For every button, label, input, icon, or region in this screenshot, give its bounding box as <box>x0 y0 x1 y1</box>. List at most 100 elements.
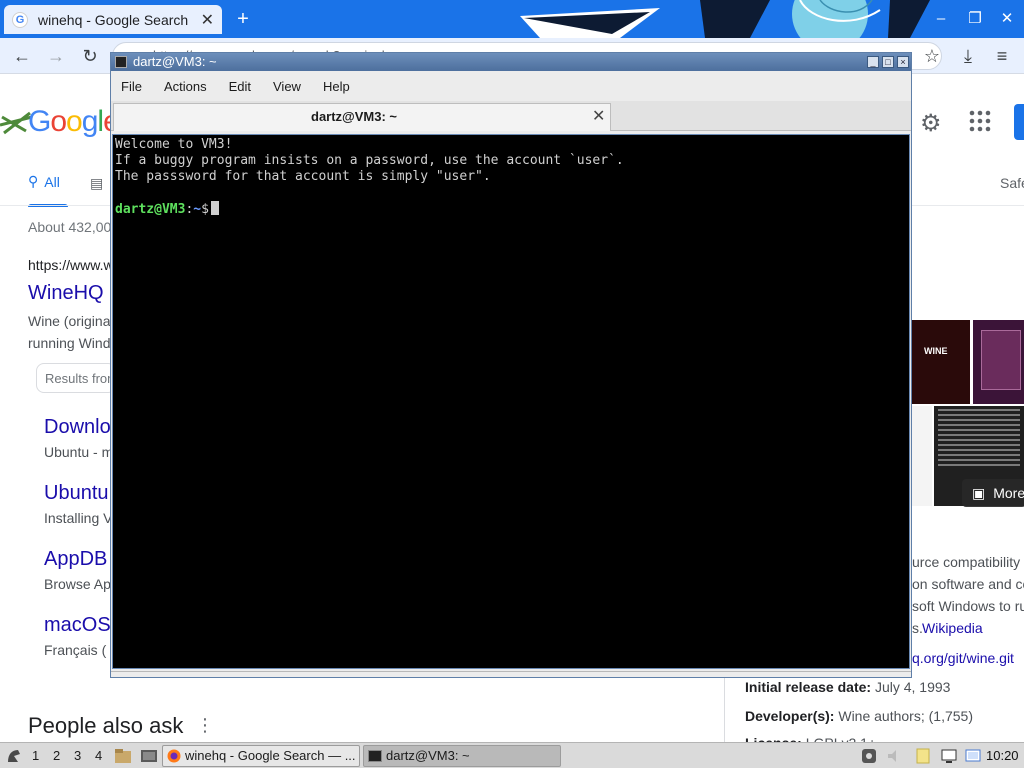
maximize-button[interactable]: ❐ <box>964 8 986 30</box>
browser-tab-title: winehq - Google Search <box>38 11 189 28</box>
settings-gear-icon[interactable]: ⚙ <box>920 109 942 138</box>
image-wine-label: WINE <box>924 346 948 356</box>
workspace-1[interactable]: 1 <box>32 746 39 766</box>
knowledge-panel-image[interactable] <box>912 406 932 506</box>
taskbar-task-terminal[interactable]: dartz@VM3: ~ <box>363 745 561 767</box>
file-manager-icon[interactable] <box>114 746 132 766</box>
menu-file[interactable]: File <box>121 79 152 94</box>
image-icon: ▣ <box>972 484 986 501</box>
volume-icon[interactable] <box>886 747 904 765</box>
menu-hamburger-icon[interactable]: ≡ <box>990 44 1014 68</box>
developer-fact: Developer(s): Wine authors; (1,755) <box>745 708 973 724</box>
result-snippet: Wine (origina <box>28 313 111 329</box>
prompt-symbol: $ <box>201 202 209 217</box>
more-options-icon[interactable]: ⋮ <box>196 715 214 736</box>
browser-tab-active[interactable]: G winehq - Google Search ✕ <box>4 5 222 34</box>
minimize-button[interactable]: – <box>930 8 952 30</box>
results-from-chip[interactable]: Results from <box>36 363 116 393</box>
search-icon: ⚲ <box>28 173 39 189</box>
workspace-3[interactable]: 3 <box>74 746 81 766</box>
panel-divider <box>724 675 725 742</box>
release-date-label: Initial release date: <box>745 679 872 695</box>
safesearch-label[interactable]: Safe <box>1000 175 1024 191</box>
prompt-path: ~ <box>193 202 202 217</box>
repository-link[interactable]: q.org/git/wine.git <box>912 650 1014 666</box>
news-icon[interactable]: ▤ <box>90 175 103 192</box>
terminal-output[interactable]: Welcome to VM3! If a buggy program insis… <box>112 134 910 669</box>
release-date-fact: Initial release date: July 4, 1993 <box>745 679 950 695</box>
clock[interactable]: 10:20 <box>986 746 1019 766</box>
wikipedia-link-label: Wikipedia <box>922 620 983 636</box>
sitelink-snippet: Ubuntu - m <box>44 444 114 460</box>
result-stats: About 432,00 <box>28 219 112 235</box>
apps-grid-icon[interactable] <box>968 109 992 133</box>
close-tab-icon[interactable]: ✕ <box>592 106 605 126</box>
terminal-line: Welcome to VM3! <box>115 137 233 152</box>
terminal-menubar: File Actions Edit View Help <box>111 71 911 101</box>
downloads-icon[interactable]: ⤓ <box>956 44 980 68</box>
tray-app-icon[interactable] <box>860 747 878 765</box>
terminal-bottom-edge <box>111 671 911 677</box>
terminal-prompt[interactable]: dartz@VM3:~$ <box>115 201 907 217</box>
terminal-line: The passsword for that account is simply… <box>115 169 491 184</box>
sitelink-title[interactable]: Downlo <box>44 416 111 439</box>
sign-in-button[interactable] <box>1014 104 1024 140</box>
sitelink-snippet: Browse Ap <box>44 576 111 592</box>
result-title-link[interactable]: WineHQ <box>28 282 104 305</box>
taskbar-task-browser-label: winehq - Google Search — ... <box>185 748 356 763</box>
terminal-titlebar[interactable]: dartz@VM3: ~ _ □ × <box>111 53 911 71</box>
release-date-value: July 4, 1993 <box>874 679 951 695</box>
search-tab-all[interactable]: ⚲ All <box>28 173 60 190</box>
close-window-button[interactable]: ✕ <box>996 8 1018 30</box>
workspace-2[interactable]: 2 <box>53 746 60 766</box>
sitelink-snippet: Installing V <box>44 510 113 526</box>
display-icon[interactable] <box>940 747 958 765</box>
menu-help[interactable]: Help <box>323 79 360 94</box>
google-logo[interactable]: Google <box>28 105 120 139</box>
menu-edit[interactable]: Edit <box>229 79 261 94</box>
google-favicon-icon: G <box>12 11 28 28</box>
taskbar-task-terminal-label: dartz@VM3: ~ <box>386 748 470 763</box>
wikipedia-link[interactable]: s. Wikipedia <box>912 620 983 636</box>
workspace-4[interactable]: 4 <box>95 746 102 766</box>
result-snippet: running Wind <box>28 335 111 351</box>
knowledge-panel-description: urce compatibility <box>912 554 1021 570</box>
show-desktop-icon[interactable] <box>140 746 158 766</box>
minimize-icon[interactable]: _ <box>867 56 879 68</box>
result-url[interactable]: https://www.w <box>28 257 114 273</box>
developer-label: Developer(s): <box>745 708 835 724</box>
terminal-window[interactable]: dartz@VM3: ~ _ □ × File Actions Edit Vie… <box>110 52 912 678</box>
close-icon[interactable]: × <box>897 56 909 68</box>
network-icon[interactable] <box>964 747 982 765</box>
reload-icon[interactable]: ↻ <box>78 44 102 68</box>
people-also-ask-heading: People also ask <box>28 713 184 738</box>
firefox-icon <box>167 749 181 763</box>
browser-tab-strip: G winehq - Google Search ✕ + – ❐ ✕ <box>0 0 1024 38</box>
menu-view[interactable]: View <box>273 79 311 94</box>
close-tab-icon[interactable]: ✕ <box>201 10 214 30</box>
new-tab-button[interactable]: + <box>232 6 254 32</box>
prompt-user: dartz@VM3 <box>115 202 186 217</box>
more-images-button[interactable]: ▣ More <box>962 479 1024 507</box>
taskbar-task-browser[interactable]: winehq - Google Search — ... <box>162 745 360 767</box>
menu-actions[interactable]: Actions <box>164 79 217 94</box>
notes-icon[interactable] <box>914 747 932 765</box>
description-tail: s. <box>912 620 923 636</box>
terminal-tab[interactable]: dartz@VM3: ~ ✕ <box>113 103 611 131</box>
search-tab-all-label: All <box>44 173 60 190</box>
more-images-label: More <box>993 485 1024 501</box>
back-arrow-icon[interactable]: ← <box>10 44 34 68</box>
terminal-tab-bar: dartz@VM3: ~ ✕ <box>111 101 911 131</box>
knowledge-panel-description: on software and co <box>912 576 1024 592</box>
start-menu-icon[interactable] <box>4 746 24 766</box>
sitelink-title[interactable]: AppDB <box>44 548 107 571</box>
forward-arrow-icon[interactable]: → <box>44 44 68 68</box>
sitelink-title[interactable]: macOS <box>44 614 111 637</box>
sitelink-title[interactable]: Ubuntu <box>44 482 109 505</box>
bookmark-star-icon[interactable]: ☆ <box>920 44 944 68</box>
knowledge-panel-image[interactable]: WINE <box>912 320 970 404</box>
maximize-icon[interactable]: □ <box>882 56 894 68</box>
knowledge-panel-image[interactable] <box>973 320 1024 404</box>
developer-value: Wine authors; (1,755) <box>838 708 973 724</box>
